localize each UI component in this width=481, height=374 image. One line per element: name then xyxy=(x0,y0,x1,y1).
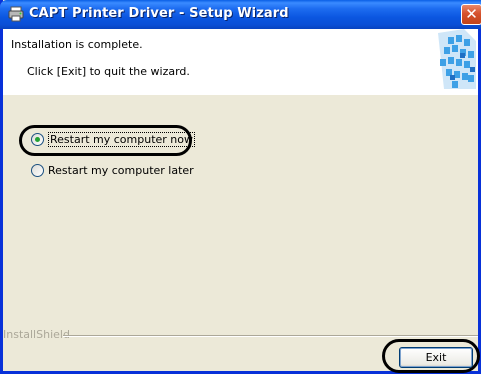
instruction-text: Click [Exit] to quit the wizard. xyxy=(27,65,190,78)
installshield-label: InstallShield xyxy=(3,328,70,341)
option-label: Restart my computer later xyxy=(48,164,194,177)
exit-button[interactable]: Exit xyxy=(399,347,473,368)
option-label: Restart my computer now xyxy=(48,132,195,147)
footer-divider xyxy=(63,335,478,337)
option-restart-now[interactable]: Restart my computer now xyxy=(31,132,195,147)
window-title: CAPT Printer Driver - Setup Wizard xyxy=(29,6,289,21)
option-restart-later[interactable]: Restart my computer later xyxy=(31,164,194,177)
close-icon: ✕ xyxy=(465,5,478,23)
printer-app-icon xyxy=(8,6,24,22)
radio-unselected-icon[interactable] xyxy=(31,164,44,177)
title-bar[interactable]: CAPT Printer Driver - Setup Wizard ✕ xyxy=(0,0,481,29)
header-divider xyxy=(3,94,478,95)
header-panel: Installation is complete. Click [Exit] t… xyxy=(3,29,478,95)
header-graphic-icon xyxy=(438,29,476,89)
setup-wizard-window: CAPT Printer Driver - Setup Wizard ✕ Ins… xyxy=(0,0,481,374)
close-button[interactable]: ✕ xyxy=(461,4,481,25)
status-heading: Installation is complete. xyxy=(11,38,143,51)
radio-selected-icon[interactable] xyxy=(31,133,44,146)
